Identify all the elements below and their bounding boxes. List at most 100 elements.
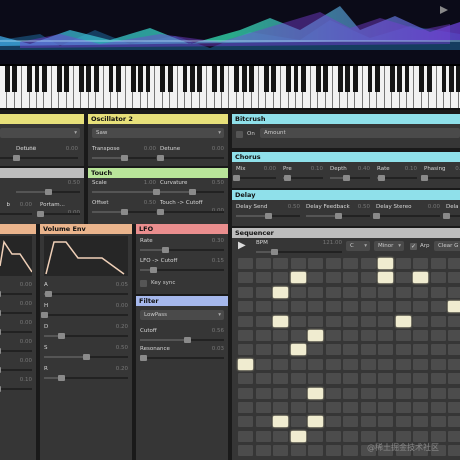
step-cell[interactable] (290, 344, 306, 356)
step-cell[interactable] (255, 402, 271, 413)
black-key[interactable] (426, 66, 432, 92)
step-cell[interactable] (238, 272, 253, 284)
step-cell[interactable] (343, 416, 358, 428)
step-cell[interactable] (308, 301, 323, 313)
step-cell[interactable] (448, 416, 460, 428)
black-key[interactable] (5, 66, 10, 92)
black-key[interactable] (419, 66, 425, 92)
step-cell[interactable] (378, 258, 393, 269)
oscillator1-detune-knob[interactable]: Detune 0.00 (13, 146, 78, 166)
black-key[interactable] (93, 66, 99, 92)
step-cell[interactable] (360, 387, 376, 399)
step-cell[interactable] (255, 430, 271, 442)
step-cell[interactable] (290, 373, 306, 385)
step-cell[interactable] (360, 344, 376, 356)
arp-checkbox[interactable]: ✓ (410, 243, 417, 250)
step-cell[interactable] (325, 387, 341, 399)
step-cell[interactable] (290, 315, 306, 327)
black-key[interactable] (197, 66, 203, 92)
step-cell[interactable] (238, 301, 253, 313)
step-cell[interactable] (430, 258, 446, 269)
black-key[interactable] (42, 66, 47, 92)
step-cell[interactable] (378, 330, 393, 341)
step-cell[interactable] (273, 416, 288, 428)
black-key[interactable] (86, 66, 92, 92)
step-cell[interactable] (430, 330, 446, 341)
black-key[interactable] (264, 66, 269, 92)
step-cell[interactable] (395, 387, 411, 399)
black-key[interactable] (241, 66, 247, 92)
step-cell[interactable] (343, 272, 358, 284)
step-cell[interactable] (430, 286, 446, 298)
step-cell[interactable] (308, 286, 323, 298)
black-key[interactable] (456, 66, 460, 92)
step-cell[interactable] (448, 430, 460, 442)
step-cell[interactable] (360, 373, 376, 385)
black-key[interactable] (286, 66, 291, 92)
filter-type-select[interactable]: LowPass ▾ (140, 310, 224, 320)
black-key[interactable] (234, 66, 240, 92)
step-cell[interactable] (308, 358, 323, 370)
step-cell[interactable] (413, 330, 428, 341)
step-cell[interactable] (325, 445, 341, 457)
black-key[interactable] (167, 66, 173, 92)
touch-offset-knob[interactable]: Offset 0.50 (92, 200, 156, 224)
lfo-cutoff-knob[interactable]: LFO -> Cutoff 0.15 (140, 258, 224, 282)
key-select[interactable]: C ▾ (346, 241, 370, 251)
step-cell[interactable] (448, 272, 460, 284)
portamento-knob[interactable]: Portam...0.00 (37, 202, 80, 224)
step-cell[interactable] (395, 416, 411, 428)
step-cell[interactable] (430, 315, 446, 327)
step-cell[interactable] (360, 301, 376, 313)
step-cell[interactable] (343, 301, 358, 313)
black-key[interactable] (182, 66, 188, 92)
black-key[interactable] (79, 66, 84, 92)
step-cell[interactable] (448, 301, 460, 313)
step-cell[interactable] (308, 387, 323, 399)
delay-knob-0[interactable]: Delay Send 0.50 (236, 204, 300, 226)
oscillator1-wave-select[interactable]: ▾ (0, 128, 80, 138)
step-cell[interactable] (290, 286, 306, 298)
black-key[interactable] (34, 66, 40, 92)
black-key[interactable] (323, 66, 328, 92)
step-cell[interactable] (395, 272, 411, 284)
bitcrush-on-checkbox[interactable] (236, 131, 243, 138)
step-cell[interactable] (273, 344, 288, 356)
step-cell[interactable] (430, 430, 446, 442)
step-cell[interactable] (448, 330, 460, 341)
step-cell[interactable] (308, 272, 323, 284)
step-cell[interactable] (413, 373, 428, 385)
step-cell[interactable] (290, 258, 306, 269)
step-cell[interactable] (308, 430, 323, 442)
step-cell[interactable] (255, 373, 271, 385)
step-cell[interactable] (448, 402, 460, 413)
step-cell[interactable] (413, 301, 428, 313)
step-cell[interactable] (308, 315, 323, 327)
step-cell[interactable] (308, 258, 323, 269)
step-cell[interactable] (238, 286, 253, 298)
touch-cutoff-knob[interactable]: Touch -> Cutoff0.00 (157, 200, 224, 224)
black-key[interactable] (190, 66, 195, 92)
chorus-knob-1[interactable]: Pre 0.10 (283, 166, 323, 188)
step-cell[interactable] (273, 445, 288, 457)
step-cell[interactable] (448, 373, 460, 385)
delay-knob-2[interactable]: Delay Stereo 0.00 (373, 204, 440, 226)
step-cell[interactable] (238, 430, 253, 442)
black-key[interactable] (212, 66, 217, 92)
step-cell[interactable] (378, 402, 393, 413)
step-cell[interactable] (413, 286, 428, 298)
delay-knob-3[interactable]: Dela (443, 204, 460, 226)
black-key[interactable] (389, 66, 395, 92)
oscillator2-wave-select[interactable]: Saw ▾ (92, 128, 224, 138)
step-cell[interactable] (430, 344, 446, 356)
black-key[interactable] (441, 66, 447, 92)
step-cell[interactable] (413, 358, 428, 370)
step-cell[interactable] (238, 315, 253, 327)
step-cell[interactable] (360, 430, 376, 442)
misc-knob-0[interactable]: 0.50 (16, 180, 80, 204)
step-cell[interactable] (290, 430, 306, 442)
bitcrush-amount-slider[interactable]: Amount (260, 128, 460, 138)
chorus-knob-0[interactable]: Mix 0.00 (233, 166, 276, 188)
step-cell[interactable] (325, 344, 341, 356)
black-key[interactable] (160, 66, 166, 92)
